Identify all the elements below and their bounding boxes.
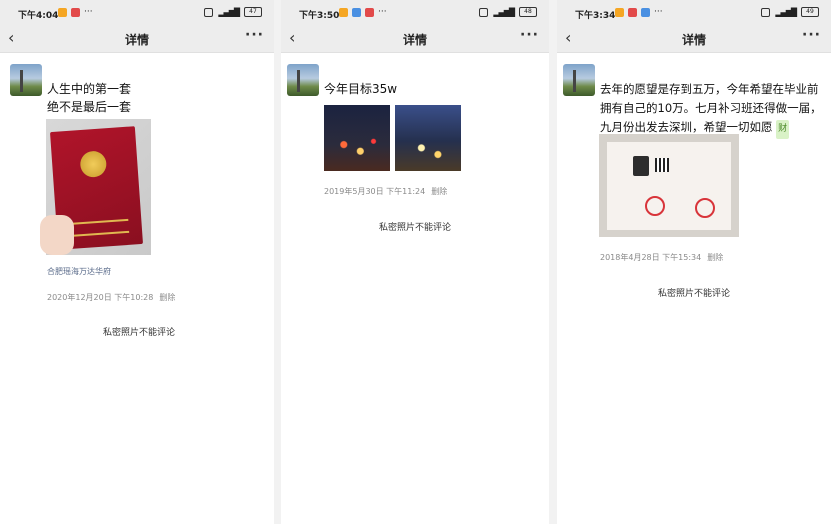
hand-image — [40, 215, 74, 255]
app-notification-icon — [628, 7, 637, 17]
status-time: 下午3:50 — [299, 11, 340, 21]
nav-bar: ‹ 详情 ··· — [557, 26, 831, 53]
page-title: 详情 — [681, 33, 706, 47]
post-meta: 2019年5月30日 下午11:24 删除 — [324, 186, 447, 197]
sim-icon — [479, 7, 489, 17]
red-seal-icon — [695, 198, 715, 218]
status-bar: 下午4:04 ··· ▂▄▆█ 47 — [0, 0, 274, 26]
app-notification-icon — [365, 7, 374, 17]
post-text-line: 拥有自己的10万。七月补习班还得做一届， — [600, 101, 822, 115]
signal-icon: ▂▄▆█ — [775, 7, 797, 17]
post-time: 2019年5月30日 下午11:24 — [324, 187, 426, 196]
moment-detail-panel-1: 下午4:04 ··· ▂▄▆█ 47 ‹ 详情 ··· 人生中的第一套 绝不是最… — [0, 0, 274, 524]
post-text-line: 今年目标35w — [324, 82, 398, 96]
status-time: 下午3:34 — [575, 11, 616, 21]
status-more: ··· — [378, 7, 387, 17]
status-app-icons: ··· — [339, 7, 387, 17]
status-time: 下午4:04 — [18, 11, 59, 21]
national-emblem-icon — [79, 150, 108, 179]
post-text-line: 人生中的第一套 — [47, 82, 132, 96]
post-meta: 2020年12月20日 下午10:28 删除 — [47, 292, 175, 303]
signal-icon: ▂▄▆█ — [493, 7, 515, 17]
post-text: 去年的愿望是存到五万，今年希望在毕业前 拥有自己的10万。七月补习班还得做一届，… — [600, 80, 822, 139]
wealth-emoji-icon: 财 — [776, 120, 790, 139]
post-meta: 2018年4月28日 下午15:34 删除 — [600, 252, 723, 263]
app-notification-icon — [641, 7, 650, 17]
nav-bar: ‹ 详情 ··· — [0, 26, 274, 53]
more-menu-button[interactable]: ··· — [520, 27, 539, 43]
post-text-line: 去年的愿望是存到五万，今年希望在毕业前 — [600, 82, 819, 96]
more-menu-button[interactable]: ··· — [245, 27, 264, 43]
post-text: 今年目标35w — [324, 80, 397, 98]
certificate-image — [607, 142, 731, 230]
post-time: 2020年12月20日 下午10:28 — [47, 293, 154, 302]
app-notification-icon — [339, 7, 348, 17]
post-photo-night-traffic-1[interactable] — [324, 105, 390, 171]
delete-link[interactable]: 删除 — [707, 253, 723, 262]
sim-icon — [204, 7, 214, 17]
status-more: ··· — [84, 7, 93, 17]
status-app-icons: ··· — [615, 7, 663, 17]
page-title: 详情 — [124, 33, 149, 47]
app-notification-icon — [71, 7, 80, 17]
more-menu-button[interactable]: ··· — [802, 27, 821, 43]
nav-bar: ‹ 详情 ··· — [281, 26, 549, 53]
delete-link[interactable]: 删除 — [431, 187, 447, 196]
post-location[interactable]: 合肥瑶海万达华府 — [47, 266, 111, 277]
post-photo[interactable] — [599, 134, 739, 237]
page-title: 详情 — [402, 33, 427, 47]
post-photo[interactable] — [40, 119, 151, 255]
post-text-line: 绝不是最后一套 — [47, 100, 132, 114]
app-notification-icon — [615, 7, 624, 17]
battery-icon: 49 — [801, 7, 819, 17]
status-bar: 下午3:50 ··· ▂▄▆█ 48 — [281, 0, 549, 26]
battery-icon: 47 — [244, 7, 262, 17]
post-photo-night-traffic-2[interactable] — [395, 105, 461, 171]
status-more: ··· — [654, 7, 663, 17]
status-right: ▂▄▆█ 47 — [204, 7, 262, 17]
cover-lines — [70, 218, 130, 237]
no-comment-notice: 私密照片不能评论 — [657, 289, 730, 299]
signal-icon: ▂▄▆█ — [218, 7, 240, 17]
post-text: 人生中的第一套 绝不是最后一套 — [47, 80, 131, 116]
app-notification-icon — [352, 7, 361, 17]
delete-link[interactable]: 删除 — [159, 293, 175, 302]
moment-detail-panel-2: 下午3:50 ··· ▂▄▆█ 48 ‹ 详情 ··· 今年目标35w 2019… — [281, 0, 549, 524]
red-seal-icon — [645, 196, 665, 216]
status-right: ▂▄▆█ 49 — [761, 7, 819, 17]
avatar[interactable] — [287, 64, 319, 96]
post-time: 2018年4月28日 下午15:34 — [600, 253, 702, 262]
id-photo — [633, 156, 649, 176]
battery-icon: 48 — [519, 7, 537, 17]
no-comment-notice: 私密照片不能评论 — [378, 223, 451, 233]
status-right: ▂▄▆█ 48 — [479, 7, 537, 17]
sim-icon — [761, 7, 771, 17]
status-bar: 下午3:34 ··· ▂▄▆█ 49 — [557, 0, 831, 26]
avatar[interactable] — [10, 64, 42, 96]
avatar[interactable] — [563, 64, 595, 96]
no-comment-notice: 私密照片不能评论 — [102, 328, 175, 338]
qr-code-icon — [655, 158, 669, 172]
app-notification-icon — [58, 7, 67, 17]
status-app-icons: ··· — [58, 7, 93, 17]
moment-detail-panel-3: 下午3:34 ··· ▂▄▆█ 49 ‹ 详情 ··· 去年的愿望是存到五万，今… — [557, 0, 831, 524]
